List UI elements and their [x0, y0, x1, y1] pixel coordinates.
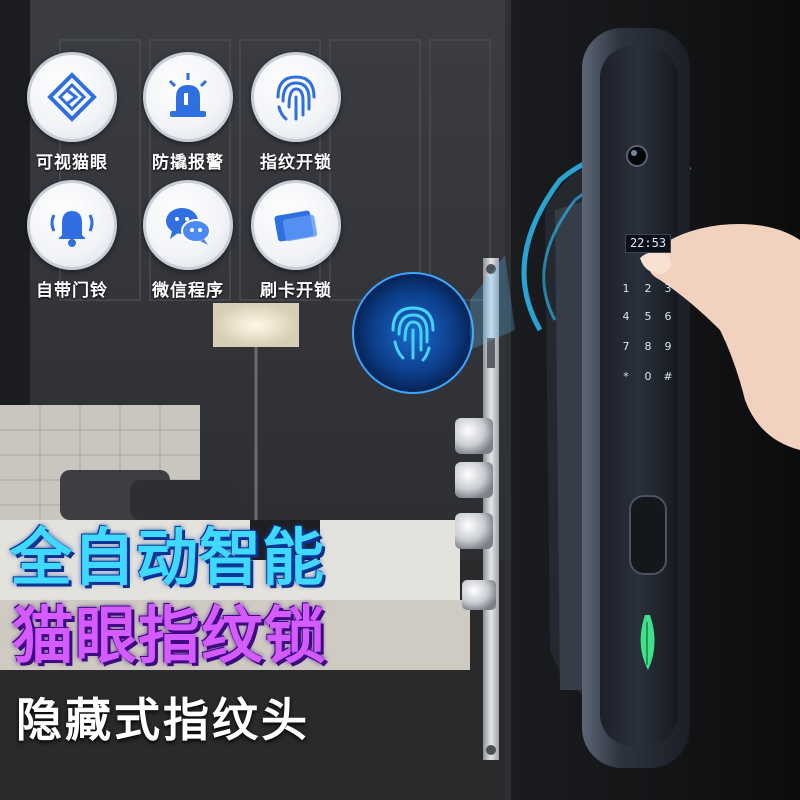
- keypad-key-0: 0: [645, 370, 652, 383]
- feature-alarm-badge: [143, 52, 233, 142]
- feature-fingerprint-label: 指纹开锁: [260, 153, 332, 173]
- keypad-key-hash: #: [663, 370, 672, 383]
- feature-alarm: 防撬报警: [138, 52, 238, 173]
- keypad-key-4: 4: [623, 310, 630, 323]
- feature-doorbell-label: 自带门铃: [36, 281, 108, 301]
- keypad-key-7: 7: [623, 340, 630, 353]
- product-banner: 22:53 1 2 3 4 5 6 7 8 9 * 0 # 可视猫眼 防撬报警 …: [0, 0, 800, 800]
- feature-wechat-label: 微信程序: [152, 281, 224, 301]
- alarm-light-icon: [168, 73, 208, 117]
- peephole-icon: [47, 72, 97, 122]
- card-icon: [274, 210, 318, 242]
- feature-wechat-badge: [143, 180, 233, 270]
- feature-fingerprint-badge: [251, 52, 341, 142]
- feature-doorbell-badge: [27, 180, 117, 270]
- doorbell-icon: [50, 211, 94, 247]
- feature-peephole-label: 可视猫眼: [36, 153, 108, 173]
- feature-peephole: 可视猫眼: [22, 52, 122, 173]
- headline-line2: 猫眼指纹锁: [12, 599, 328, 672]
- keypad-key-2: 2: [645, 282, 652, 295]
- feature-alarm-label: 防撬报警: [152, 153, 224, 173]
- feature-card: 刷卡开锁: [246, 180, 346, 301]
- headline-line1: 全自动智能: [10, 521, 326, 594]
- wechat-icon: [166, 208, 211, 245]
- fingerprint-icon: [391, 306, 435, 362]
- fingerprint-icon: [276, 75, 316, 121]
- keypad-key-6: 6: [665, 310, 672, 323]
- keypad-key-3: 3: [665, 282, 672, 295]
- keypad-key-5: 5: [645, 310, 652, 323]
- feature-wechat: 微信程序: [138, 180, 238, 301]
- feature-peephole-badge: [27, 52, 117, 142]
- headline-line3: 隐藏式指纹头: [16, 693, 310, 747]
- keypad-key-9: 9: [665, 340, 672, 353]
- keypad-key-8: 8: [645, 340, 652, 353]
- feature-doorbell: 自带门铃: [22, 180, 122, 301]
- keypad-key-1: 1: [623, 282, 630, 295]
- feature-fingerprint: 指纹开锁: [246, 52, 346, 173]
- keypad-key-star: *: [623, 370, 629, 383]
- feature-card-badge: [251, 180, 341, 270]
- feature-card-label: 刷卡开锁: [260, 281, 332, 301]
